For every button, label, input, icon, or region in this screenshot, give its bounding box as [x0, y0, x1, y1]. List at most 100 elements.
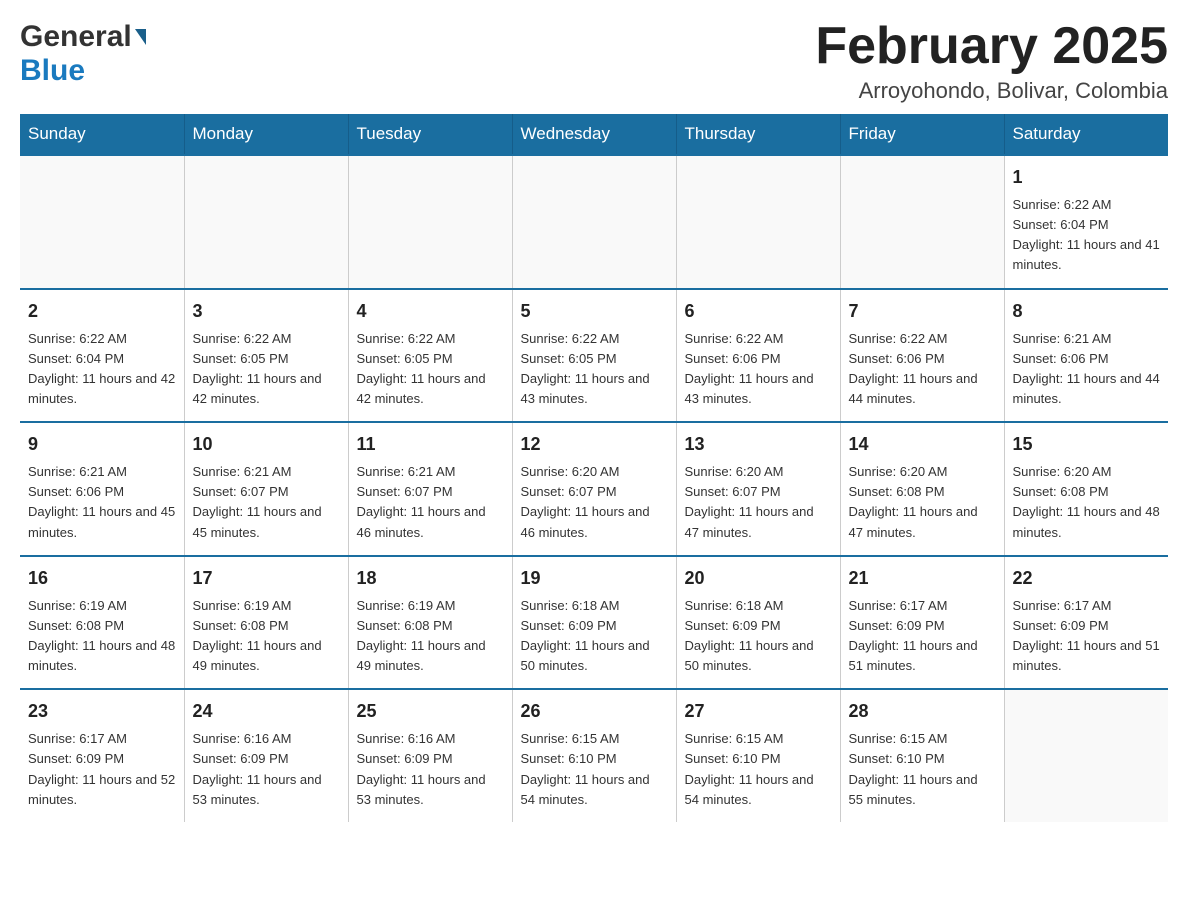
- calendar-day: 25 Sunrise: 6:16 AM Sunset: 6:09 PM Dayli…: [348, 689, 512, 822]
- day-number: 9: [28, 431, 176, 458]
- day-info: Sunrise: 6:17 AM Sunset: 6:09 PM Dayligh…: [1013, 596, 1161, 677]
- calendar-week-1: 1 Sunrise: 6:22 AM Sunset: 6:04 PM Daylig…: [20, 155, 1168, 289]
- calendar-day: 9 Sunrise: 6:21 AM Sunset: 6:06 PM Daylig…: [20, 422, 184, 556]
- day-info: Sunrise: 6:17 AM Sunset: 6:09 PM Dayligh…: [849, 596, 996, 677]
- day-info: Sunrise: 6:22 AM Sunset: 6:06 PM Dayligh…: [849, 329, 996, 410]
- calendar-day: 24 Sunrise: 6:16 AM Sunset: 6:09 PM Dayli…: [184, 689, 348, 822]
- calendar-week-3: 9 Sunrise: 6:21 AM Sunset: 6:06 PM Daylig…: [20, 422, 1168, 556]
- day-info: Sunrise: 6:19 AM Sunset: 6:08 PM Dayligh…: [193, 596, 340, 677]
- day-info: Sunrise: 6:22 AM Sunset: 6:05 PM Dayligh…: [357, 329, 504, 410]
- calendar-day: [1004, 689, 1168, 822]
- day-info: Sunrise: 6:21 AM Sunset: 6:06 PM Dayligh…: [28, 462, 176, 543]
- day-info: Sunrise: 6:20 AM Sunset: 6:08 PM Dayligh…: [1013, 462, 1161, 543]
- day-number: 26: [521, 698, 668, 725]
- calendar-day: 28 Sunrise: 6:15 AM Sunset: 6:10 PM Dayli…: [840, 689, 1004, 822]
- day-number: 10: [193, 431, 340, 458]
- calendar-day: 18 Sunrise: 6:19 AM Sunset: 6:08 PM Dayli…: [348, 556, 512, 690]
- day-info: Sunrise: 6:22 AM Sunset: 6:06 PM Dayligh…: [685, 329, 832, 410]
- weekday-header-saturday: Saturday: [1004, 114, 1168, 155]
- day-number: 7: [849, 298, 996, 325]
- logo: General Blue: [20, 20, 146, 88]
- calendar-day: 21 Sunrise: 6:17 AM Sunset: 6:09 PM Dayli…: [840, 556, 1004, 690]
- day-info: Sunrise: 6:20 AM Sunset: 6:07 PM Dayligh…: [685, 462, 832, 543]
- day-info: Sunrise: 6:18 AM Sunset: 6:09 PM Dayligh…: [521, 596, 668, 677]
- day-number: 18: [357, 565, 504, 592]
- day-number: 20: [685, 565, 832, 592]
- day-number: 3: [193, 298, 340, 325]
- logo-general-text: General: [20, 20, 132, 54]
- day-number: 17: [193, 565, 340, 592]
- day-number: 22: [1013, 565, 1161, 592]
- weekday-header-monday: Monday: [184, 114, 348, 155]
- day-number: 25: [357, 698, 504, 725]
- day-number: 28: [849, 698, 996, 725]
- calendar-week-4: 16 Sunrise: 6:19 AM Sunset: 6:08 PM Dayli…: [20, 556, 1168, 690]
- day-number: 14: [849, 431, 996, 458]
- calendar-week-2: 2 Sunrise: 6:22 AM Sunset: 6:04 PM Daylig…: [20, 289, 1168, 423]
- day-number: 2: [28, 298, 176, 325]
- calendar-day: 4 Sunrise: 6:22 AM Sunset: 6:05 PM Daylig…: [348, 289, 512, 423]
- day-info: Sunrise: 6:17 AM Sunset: 6:09 PM Dayligh…: [28, 729, 176, 810]
- day-number: 24: [193, 698, 340, 725]
- calendar-day: 11Sunrise: 6:21 AM Sunset: 6:07 PM Dayli…: [348, 422, 512, 556]
- page-header: General Blue February 2025 Arroyohondo, …: [20, 20, 1168, 104]
- day-number: 11: [357, 431, 504, 458]
- calendar-day: 27Sunrise: 6:15 AM Sunset: 6:10 PM Dayli…: [676, 689, 840, 822]
- day-number: 16: [28, 565, 176, 592]
- location-title: Arroyohondo, Bolivar, Colombia: [815, 78, 1168, 104]
- calendar-day: 12 Sunrise: 6:20 AM Sunset: 6:07 PM Dayli…: [512, 422, 676, 556]
- calendar-table: SundayMondayTuesdayWednesdayThursdayFrid…: [20, 114, 1168, 822]
- weekday-header-wednesday: Wednesday: [512, 114, 676, 155]
- calendar-day: 5Sunrise: 6:22 AM Sunset: 6:05 PM Daylig…: [512, 289, 676, 423]
- weekday-header-tuesday: Tuesday: [348, 114, 512, 155]
- calendar-day: 6 Sunrise: 6:22 AM Sunset: 6:06 PM Daylig…: [676, 289, 840, 423]
- day-info: Sunrise: 6:22 AM Sunset: 6:04 PM Dayligh…: [28, 329, 176, 410]
- calendar-day: 17 Sunrise: 6:19 AM Sunset: 6:08 PM Dayli…: [184, 556, 348, 690]
- day-info: Sunrise: 6:15 AM Sunset: 6:10 PM Dayligh…: [521, 729, 668, 810]
- day-info: Sunrise: 6:16 AM Sunset: 6:09 PM Dayligh…: [357, 729, 504, 810]
- calendar-day: 2 Sunrise: 6:22 AM Sunset: 6:04 PM Daylig…: [20, 289, 184, 423]
- day-info: Sunrise: 6:20 AM Sunset: 6:08 PM Dayligh…: [849, 462, 996, 543]
- day-info: Sunrise: 6:19 AM Sunset: 6:08 PM Dayligh…: [357, 596, 504, 677]
- calendar-day: 8 Sunrise: 6:21 AM Sunset: 6:06 PM Daylig…: [1004, 289, 1168, 423]
- weekday-header-thursday: Thursday: [676, 114, 840, 155]
- calendar-day: [512, 155, 676, 289]
- day-number: 8: [1013, 298, 1161, 325]
- day-number: 12: [521, 431, 668, 458]
- calendar-day: 22 Sunrise: 6:17 AM Sunset: 6:09 PM Dayli…: [1004, 556, 1168, 690]
- calendar-day: 20Sunrise: 6:18 AM Sunset: 6:09 PM Dayli…: [676, 556, 840, 690]
- title-block: February 2025 Arroyohondo, Bolivar, Colo…: [815, 20, 1168, 104]
- logo-triangle-icon: [135, 29, 146, 45]
- day-info: Sunrise: 6:22 AM Sunset: 6:04 PM Dayligh…: [1013, 195, 1161, 276]
- calendar-day: 7 Sunrise: 6:22 AM Sunset: 6:06 PM Daylig…: [840, 289, 1004, 423]
- calendar-day: 19Sunrise: 6:18 AM Sunset: 6:09 PM Dayli…: [512, 556, 676, 690]
- day-info: Sunrise: 6:20 AM Sunset: 6:07 PM Dayligh…: [521, 462, 668, 543]
- calendar-week-5: 23 Sunrise: 6:17 AM Sunset: 6:09 PM Dayli…: [20, 689, 1168, 822]
- calendar-day: 26 Sunrise: 6:15 AM Sunset: 6:10 PM Dayli…: [512, 689, 676, 822]
- calendar-day: [184, 155, 348, 289]
- day-info: Sunrise: 6:21 AM Sunset: 6:07 PM Dayligh…: [193, 462, 340, 543]
- logo-blue-text: Blue: [20, 54, 85, 87]
- calendar-day: 3Sunrise: 6:22 AM Sunset: 6:05 PM Daylig…: [184, 289, 348, 423]
- calendar-day: 15 Sunrise: 6:20 AM Sunset: 6:08 PM Dayli…: [1004, 422, 1168, 556]
- day-info: Sunrise: 6:16 AM Sunset: 6:09 PM Dayligh…: [193, 729, 340, 810]
- day-number: 23: [28, 698, 176, 725]
- day-number: 21: [849, 565, 996, 592]
- day-number: 27: [685, 698, 832, 725]
- day-number: 13: [685, 431, 832, 458]
- day-info: Sunrise: 6:21 AM Sunset: 6:06 PM Dayligh…: [1013, 329, 1161, 410]
- weekday-header-row: SundayMondayTuesdayWednesdayThursdayFrid…: [20, 114, 1168, 155]
- calendar-day: [348, 155, 512, 289]
- calendar-day: 16Sunrise: 6:19 AM Sunset: 6:08 PM Dayli…: [20, 556, 184, 690]
- day-number: 15: [1013, 431, 1161, 458]
- calendar-day: 23 Sunrise: 6:17 AM Sunset: 6:09 PM Dayli…: [20, 689, 184, 822]
- weekday-header-sunday: Sunday: [20, 114, 184, 155]
- day-number: 4: [357, 298, 504, 325]
- day-number: 6: [685, 298, 832, 325]
- day-number: 1: [1013, 164, 1161, 191]
- day-info: Sunrise: 6:15 AM Sunset: 6:10 PM Dayligh…: [849, 729, 996, 810]
- calendar-day: 14 Sunrise: 6:20 AM Sunset: 6:08 PM Dayli…: [840, 422, 1004, 556]
- day-info: Sunrise: 6:22 AM Sunset: 6:05 PM Dayligh…: [521, 329, 668, 410]
- calendar-day: 13 Sunrise: 6:20 AM Sunset: 6:07 PM Dayli…: [676, 422, 840, 556]
- month-title: February 2025: [815, 20, 1168, 72]
